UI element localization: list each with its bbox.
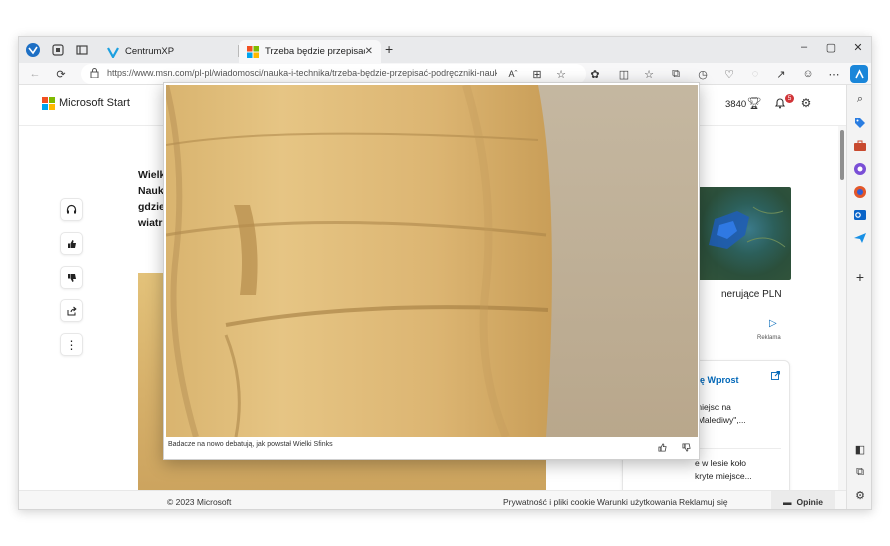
hide-sidebar-icon[interactable]: ◧: [853, 443, 867, 457]
rewards-points[interactable]: 3840: [725, 99, 746, 110]
add-sidebar-app-icon[interactable]: +: [853, 270, 867, 284]
related-item[interactable]: e w lesie koło kryte miejsce...: [695, 457, 752, 483]
advertise-link[interactable]: Reklamuj się: [679, 497, 728, 507]
profile-icon[interactable]: [25, 42, 41, 58]
outlook-icon[interactable]: [853, 208, 867, 222]
tools-toolbox-icon[interactable]: [853, 139, 867, 153]
image-viewer-modal: Badacze na nowo debatują, jak powstał Wi…: [163, 82, 700, 460]
performance-icon[interactable]: ◌: [747, 66, 763, 82]
external-link-icon[interactable]: [771, 371, 780, 382]
tab-strip: CentrumXP Trzeba będzie przepisać podręc…: [19, 37, 871, 63]
microsoft-logo-icon: [42, 97, 55, 110]
share-icon: [67, 306, 77, 315]
related-item-line: miejsc na: [695, 402, 731, 412]
back-icon[interactable]: ←: [27, 66, 43, 82]
like-button[interactable]: [60, 232, 83, 255]
page-scrollbar[interactable]: [838, 126, 846, 490]
page-footer: © 2023 Microsoft Prywatność i pliki cook…: [19, 490, 846, 509]
feedback-label: Opinie: [796, 496, 823, 507]
favorites-icon[interactable]: ☆: [641, 66, 657, 82]
address-bar[interactable]: https://www.msn.com/pl-pl/wiadomosci/nau…: [81, 64, 586, 84]
thumbs-down-icon: [67, 273, 76, 282]
listen-headphones-button[interactable]: [60, 198, 83, 221]
tab-title: CentrumXP: [125, 46, 175, 57]
related-item-line: „Malediwy",...: [695, 415, 746, 425]
minimize-button[interactable]: –: [795, 41, 813, 53]
scrollbar-thumb[interactable]: [840, 130, 844, 180]
tab-centrumxp[interactable]: CentrumXP: [99, 40, 239, 63]
shopping-tag-icon[interactable]: [853, 116, 867, 130]
centrumxp-favicon: [107, 46, 119, 58]
logo-text: Microsoft Start: [59, 97, 130, 109]
related-source-name[interactable]: ę Wprost: [700, 375, 739, 385]
settings-gear-icon[interactable]: ⚙: [799, 96, 813, 110]
thumbs-down-icon: [682, 443, 691, 452]
sidebar-search-icon[interactable]: ⌕: [853, 93, 867, 107]
close-tab-icon[interactable]: ✕: [365, 46, 373, 57]
games-icon[interactable]: [853, 162, 867, 176]
sidebar-settings-icon[interactable]: ⚙: [853, 489, 867, 503]
collections-icon[interactable]: ⧉: [668, 66, 684, 82]
edge-sidebar: ⌕ + ◧ ⧉ ⚙: [846, 85, 871, 509]
workspaces-icon[interactable]: [50, 42, 66, 58]
share-article-button[interactable]: [60, 299, 83, 322]
url-text[interactable]: https://www.msn.com/pl-pl/wiadomosci/nau…: [107, 68, 497, 78]
tab-title: Trzeba będzie przepisać podręcz: [265, 46, 365, 57]
thumbs-up-icon: [67, 239, 76, 248]
share-icon[interactable]: ↗: [773, 66, 789, 82]
more-menu-icon[interactable]: ⋯: [826, 66, 842, 82]
tab-msn-article[interactable]: Trzeba będzie przepisać podręcz ✕: [239, 40, 381, 63]
image-like-button[interactable]: [658, 443, 667, 454]
close-window-button[interactable]: ✕: [849, 41, 867, 54]
feedback-button[interactable]: ▬ Opinie: [771, 491, 835, 509]
ad-label: Reklama: [757, 335, 781, 341]
lock-icon: [90, 68, 99, 78]
terms-link[interactable]: Warunki użytkowania: [597, 497, 677, 507]
tab-actions-icon[interactable]: [74, 42, 90, 58]
app-available-icon[interactable]: ⊞: [529, 66, 545, 82]
related-item[interactable]: miejsc na „Malediwy",...: [695, 401, 746, 427]
ad-headline[interactable]: nerujące PLN: [721, 289, 782, 300]
chat-icon: ▬: [783, 496, 792, 507]
more-options-button[interactable]: ⋮: [60, 333, 83, 356]
history-icon[interactable]: ◷: [695, 66, 711, 82]
dislike-button[interactable]: [60, 266, 83, 289]
copyright-text: © 2023 Microsoft: [167, 497, 232, 507]
headphones-icon: [66, 204, 77, 214]
browser-essentials-icon[interactable]: ♡: [721, 66, 737, 82]
maximize-button[interactable]: ▢: [822, 41, 840, 54]
ad-map-image: [697, 187, 791, 280]
ad-play-icon[interactable]: ▷: [769, 318, 777, 329]
more-vertical-icon: ⋮: [65, 337, 78, 352]
favorite-star-icon[interactable]: ☆: [553, 66, 569, 82]
split-screen-icon[interactable]: ◫: [616, 66, 632, 82]
copilot-icon[interactable]: [850, 65, 868, 83]
read-aloud-icon[interactable]: Aˆ: [505, 66, 521, 82]
new-tab-button[interactable]: +: [385, 41, 393, 57]
refresh-icon[interactable]: ⟳: [53, 66, 69, 82]
image-caption: Badacze na nowo debatują, jak powstał Wi…: [168, 441, 333, 448]
extensions-icon[interactable]: ✿: [587, 66, 603, 82]
thumbs-up-icon: [658, 443, 667, 452]
related-item-line: e w lesie koło: [695, 458, 747, 468]
microsoft-365-icon[interactable]: [853, 185, 867, 199]
notification-badge: 5: [785, 94, 794, 103]
microsoft-start-logo[interactable]: Microsoft Start: [42, 97, 130, 110]
external-window-icon[interactable]: ⧉: [853, 466, 867, 480]
rewards-trophy-icon[interactable]: 🏆︎: [746, 96, 761, 110]
drop-send-icon[interactable]: [853, 231, 867, 245]
image-dislike-button[interactable]: [682, 443, 691, 454]
msn-favicon: [247, 45, 259, 58]
sphinx-photo[interactable]: [166, 85, 698, 437]
privacy-link[interactable]: Prywatność i pliki cookie: [503, 497, 595, 507]
related-item-line: kryte miejsce...: [695, 471, 752, 481]
feedback-icon[interactable]: ☺: [800, 66, 816, 82]
